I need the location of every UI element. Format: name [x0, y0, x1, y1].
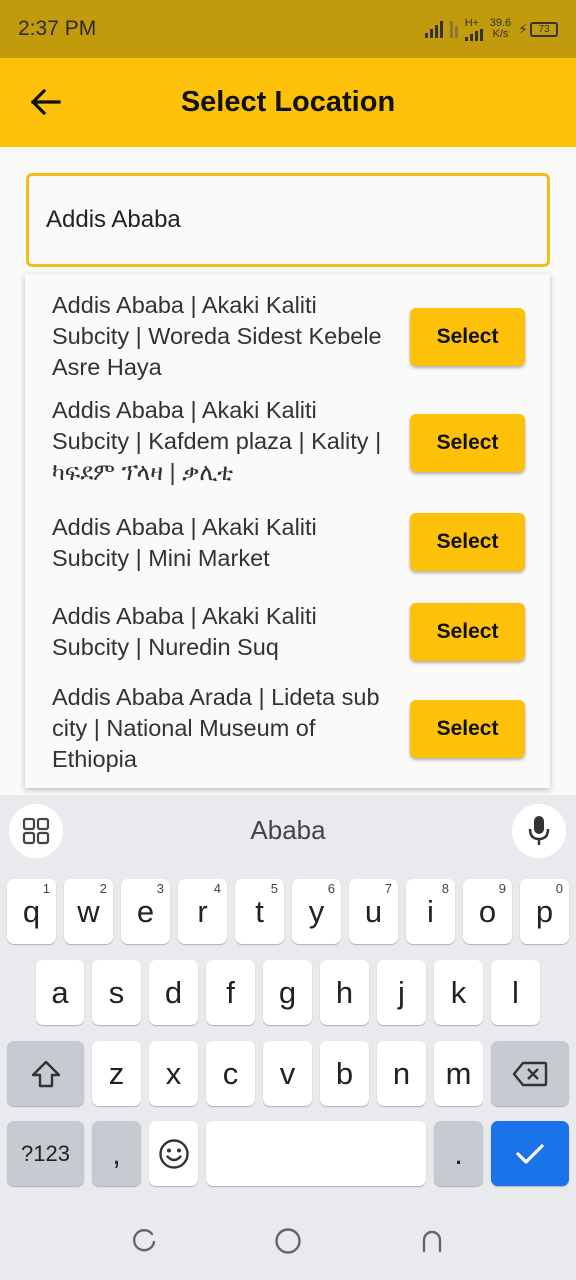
list-item: Addis Ababa | Akaki Kaliti Subcity | Wor…: [25, 288, 550, 398]
signal-strength-icon: [464, 28, 483, 41]
back-button[interactable]: [24, 80, 68, 124]
page-title: Select Location: [180, 86, 396, 118]
home-button[interactable]: [273, 1226, 303, 1256]
location-label: Addis Ababa | Akaki Kaliti Subcity | Nur…: [52, 603, 317, 660]
location-label: Addis Ababa | Akaki Kaliti Subcity | Kaf…: [52, 397, 382, 485]
key-u[interactable]: u7: [349, 879, 398, 944]
key-o[interactable]: o9: [463, 879, 512, 944]
system-navigation-bar: [0, 1200, 576, 1280]
key-f[interactable]: f: [206, 960, 255, 1025]
key-x[interactable]: x: [149, 1041, 198, 1106]
list-item: Addis Ababa | Akaki Kaliti Subcity | Nur…: [25, 600, 550, 680]
battery-indicator: ⚡ 73: [518, 21, 558, 38]
signal-icon: [424, 20, 443, 38]
list-item: Addis Ababa | Akaki Kaliti Subcity | Kaf…: [25, 394, 550, 504]
suggestion-strip: Ababa: [0, 795, 576, 867]
shift-arrow-icon: [31, 1060, 60, 1087]
key-g[interactable]: g: [263, 960, 312, 1025]
status-bar: 2:37 PM H+ 39.6 K/s ⚡ 73: [0, 0, 576, 58]
word-suggestion[interactable]: Ababa: [0, 815, 576, 846]
key-r[interactable]: r4: [178, 879, 227, 944]
location-suggestions-list: Addis Ababa | Akaki Kaliti Subcity | Wor…: [25, 274, 550, 788]
smiley-icon: [158, 1138, 189, 1169]
status-time: 2:37 PM: [18, 17, 97, 40]
select-button[interactable]: Select: [410, 513, 525, 571]
key-k[interactable]: k: [434, 960, 483, 1025]
location-search-input[interactable]: Addis Ababa: [26, 173, 550, 267]
key-q[interactable]: q1: [7, 879, 56, 944]
emoji-key[interactable]: [149, 1121, 198, 1186]
home-circle-icon: [275, 1228, 301, 1254]
microphone-icon: [528, 816, 550, 845]
back-nav-button[interactable]: [417, 1226, 447, 1256]
key-l[interactable]: l: [491, 960, 540, 1025]
enter-key[interactable]: [491, 1121, 569, 1186]
status-icons: H+ 39.6 K/s ⚡ 73: [424, 16, 558, 41]
period-key[interactable]: .: [434, 1121, 483, 1186]
key-y[interactable]: y6: [292, 879, 341, 944]
key-m[interactable]: m: [434, 1041, 483, 1106]
key-s[interactable]: s: [92, 960, 141, 1025]
data-speed-unit: K/s: [492, 28, 509, 40]
select-button[interactable]: Select: [410, 414, 525, 472]
app-bar: Select Location: [0, 58, 576, 147]
key-n[interactable]: n: [377, 1041, 426, 1106]
network-type: H+: [464, 16, 480, 29]
list-item: Addis Ababa | Akaki Kaliti Subcity | Min…: [25, 510, 550, 590]
backspace-icon: [512, 1061, 548, 1086]
signal-secondary-icon: [449, 20, 458, 38]
comma-key[interactable]: ,: [92, 1121, 141, 1186]
shift-key[interactable]: [7, 1041, 84, 1106]
location-label: Addis Ababa Arada | Lideta sub city | Na…: [52, 684, 380, 772]
key-b[interactable]: b: [320, 1041, 369, 1106]
key-z[interactable]: z: [92, 1041, 141, 1106]
network-indicator: H+: [464, 16, 483, 41]
list-item: Addis Ababa Arada | Lideta sub city | Na…: [25, 681, 550, 786]
key-e[interactable]: e3: [121, 879, 170, 944]
charging-bolt-icon: ⚡: [518, 20, 528, 37]
symbols-key[interactable]: ?123: [7, 1121, 84, 1186]
key-j[interactable]: j: [377, 960, 426, 1025]
key-i[interactable]: i8: [406, 879, 455, 944]
select-button[interactable]: Select: [410, 308, 525, 366]
recent-apps-button[interactable]: [129, 1226, 159, 1256]
key-d[interactable]: d: [149, 960, 198, 1025]
location-label: Addis Ababa | Akaki Kaliti Subcity | Min…: [52, 514, 317, 571]
battery-level: 73: [530, 21, 558, 37]
checkmark-icon: [516, 1143, 544, 1164]
key-w[interactable]: w2: [64, 879, 113, 944]
data-speed: 39.6 K/s: [490, 18, 511, 40]
back-nav-icon: [422, 1230, 442, 1253]
voice-input-button[interactable]: [512, 804, 566, 858]
location-label: Addis Ababa | Akaki Kaliti Subcity | Wor…: [52, 292, 382, 380]
space-key[interactable]: [206, 1121, 426, 1186]
key-c[interactable]: c: [206, 1041, 255, 1106]
arrow-left-icon: [31, 89, 61, 115]
key-p[interactable]: p0: [520, 879, 569, 944]
key-h[interactable]: h: [320, 960, 369, 1025]
recent-apps-icon: [133, 1229, 156, 1252]
search-input-value: Addis Ababa: [46, 206, 181, 233]
key-v[interactable]: v: [263, 1041, 312, 1106]
select-button[interactable]: Select: [410, 700, 525, 758]
backspace-key[interactable]: [491, 1041, 569, 1106]
select-button[interactable]: Select: [410, 603, 525, 661]
key-t[interactable]: t5: [235, 879, 284, 944]
key-a[interactable]: a: [36, 960, 84, 1025]
